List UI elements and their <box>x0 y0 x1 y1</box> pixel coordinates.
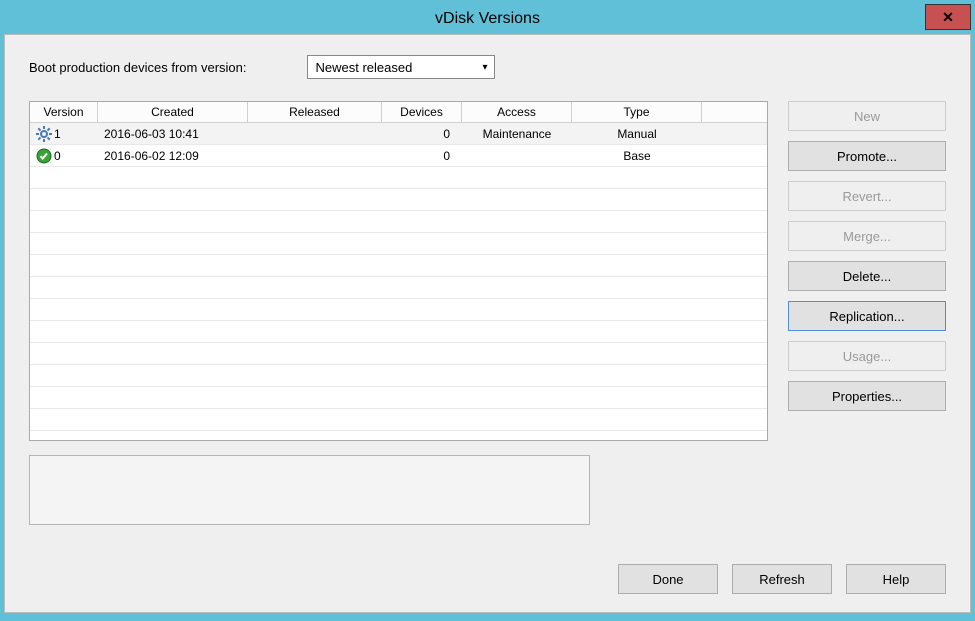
refresh-button[interactable]: Refresh <box>732 564 832 594</box>
table-row-empty <box>30 321 767 343</box>
cell-devices: 0 <box>382 123 462 144</box>
table-row-empty <box>30 167 767 189</box>
title-bar: vDisk Versions ✕ <box>4 4 971 34</box>
cell-released <box>248 145 382 166</box>
table-row-empty <box>30 255 767 277</box>
cell-created: 2016-06-03 10:41 <box>98 123 248 144</box>
versions-grid[interactable]: Version Created Released Devices Access … <box>29 101 768 441</box>
col-filler <box>702 102 767 122</box>
version-number: 0 <box>54 149 61 163</box>
table-row-empty <box>30 277 767 299</box>
cell-released <box>248 123 382 144</box>
dropdown-value: Newest released <box>316 60 413 75</box>
bottom-button-row: Done Refresh Help <box>618 564 946 594</box>
cell-created: 2016-06-02 12:09 <box>98 145 248 166</box>
window-frame: vDisk Versions ✕ Boot production devices… <box>0 0 975 621</box>
close-icon: ✕ <box>942 9 954 26</box>
cell-devices: 0 <box>382 145 462 166</box>
col-access[interactable]: Access <box>462 102 572 122</box>
col-released[interactable]: Released <box>248 102 382 122</box>
cell-version: 1 <box>30 123 98 144</box>
cell-type: Base <box>572 145 702 166</box>
side-button-column: New Promote... Revert... Merge... Delete… <box>788 101 946 525</box>
cell-version: 0 <box>30 145 98 166</box>
table-row[interactable]: 0 2016-06-02 12:09 0 Base <box>30 145 767 167</box>
cell-type: Manual <box>572 123 702 144</box>
status-box <box>29 455 590 525</box>
check-icon <box>36 148 52 164</box>
col-devices[interactable]: Devices <box>382 102 462 122</box>
properties-button[interactable]: Properties... <box>788 381 946 411</box>
table-row-empty <box>30 343 767 365</box>
table-row-empty <box>30 189 767 211</box>
table-row-empty <box>30 387 767 409</box>
chevron-down-icon: ▾ <box>482 62 487 73</box>
cell-filler <box>702 145 767 166</box>
grid-wrap: Version Created Released Devices Access … <box>29 101 768 525</box>
cell-access <box>462 145 572 166</box>
gear-icon <box>36 126 52 142</box>
done-button[interactable]: Done <box>618 564 718 594</box>
window-title: vDisk Versions <box>435 10 540 28</box>
table-row-empty <box>30 299 767 321</box>
client-area: Boot production devices from version: Ne… <box>4 34 971 613</box>
promote-button[interactable]: Promote... <box>788 141 946 171</box>
table-row-empty <box>30 365 767 387</box>
merge-button: Merge... <box>788 221 946 251</box>
table-row[interactable]: 1 2016-06-03 10:41 0 Maintenance Manual <box>30 123 767 145</box>
revert-button: Revert... <box>788 181 946 211</box>
help-button[interactable]: Help <box>846 564 946 594</box>
grid-header: Version Created Released Devices Access … <box>30 102 767 123</box>
main-content-row: Version Created Released Devices Access … <box>29 101 946 525</box>
delete-button[interactable]: Delete... <box>788 261 946 291</box>
cell-access: Maintenance <box>462 123 572 144</box>
usage-button: Usage... <box>788 341 946 371</box>
col-version[interactable]: Version <box>30 102 98 122</box>
table-row-empty <box>30 233 767 255</box>
table-row-empty <box>30 409 767 431</box>
close-button[interactable]: ✕ <box>925 4 971 30</box>
replication-button[interactable]: Replication... <box>788 301 946 331</box>
boot-version-dropdown[interactable]: Newest released ▾ <box>307 55 495 79</box>
grid-body: 1 2016-06-03 10:41 0 Maintenance Manual <box>30 123 767 431</box>
cell-filler <box>702 123 767 144</box>
table-row-empty <box>30 211 767 233</box>
version-number: 1 <box>54 127 61 141</box>
new-button: New <box>788 101 946 131</box>
boot-version-row: Boot production devices from version: Ne… <box>29 55 946 79</box>
boot-version-label: Boot production devices from version: <box>29 60 247 75</box>
col-created[interactable]: Created <box>98 102 248 122</box>
col-type[interactable]: Type <box>572 102 702 122</box>
